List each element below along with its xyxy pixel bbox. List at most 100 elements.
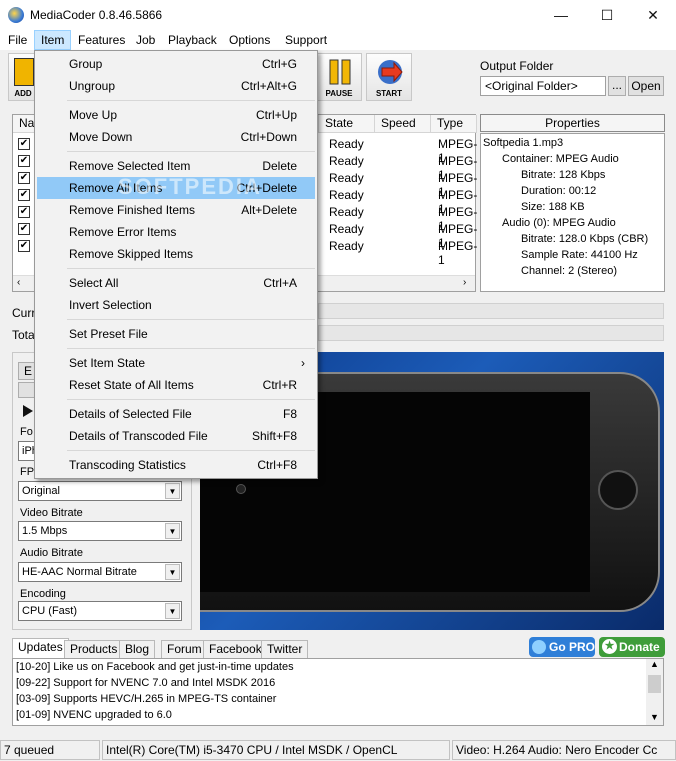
row-checkbox[interactable]: ✔ <box>18 223 30 235</box>
menu-invert-selection[interactable]: Invert Selection <box>37 294 315 316</box>
menu-remove-error[interactable]: Remove Error Items <box>37 221 315 243</box>
menu-features[interactable]: Features <box>72 30 131 50</box>
chevron-down-icon[interactable]: ▼ <box>165 523 180 539</box>
output-folder-field[interactable]: <Original Folder> <box>480 76 606 96</box>
row-state: Ready <box>329 205 364 219</box>
list-item[interactable]: [01-09] NVENC upgraded to 6.0 <box>16 709 172 721</box>
star-icon: ★ <box>602 639 617 654</box>
tab-updates[interactable]: Updates <box>12 638 69 658</box>
menu-remove-all[interactable]: Remove All Items Ctrl+Delete <box>37 177 315 199</box>
current-progress-bar <box>318 303 664 319</box>
menu-transcoding-stats[interactable]: Transcoding Statistics Ctrl+F8 <box>37 454 315 476</box>
row-checkbox[interactable]: ✔ <box>18 206 30 218</box>
item-menu: Group Ctrl+G Ungroup Ctrl+Alt+G Move Up Ctr… <box>34 50 318 479</box>
prop-size: Size: 188 KB <box>521 201 585 213</box>
scroll-down-icon[interactable]: ▼ <box>650 712 659 722</box>
prop-container: Container: MPEG Audio <box>502 153 619 165</box>
video-bitrate-select[interactable]: 1.5 Mbps ▼ <box>18 521 182 541</box>
menu-support[interactable]: Support <box>279 30 333 50</box>
scroll-thumb[interactable] <box>648 675 661 693</box>
news-scrollbar[interactable]: ▲ ▼ <box>646 659 663 725</box>
total-progress-bar <box>318 325 664 341</box>
menu-separator <box>67 450 315 451</box>
chevron-down-icon[interactable]: ▼ <box>165 564 180 580</box>
menu-ungroup[interactable]: Ungroup Ctrl+Alt+G <box>37 75 315 97</box>
start-button[interactable]: START <box>366 53 412 101</box>
menu-bar: File Item Features Job Playback Options … <box>0 30 676 50</box>
video-bitrate-label: Video Bitrate <box>20 507 83 519</box>
fps-select[interactable]: Original ▼ <box>18 481 182 501</box>
audio-bitrate-select[interactable]: HE-AAC Normal Bitrate ▼ <box>18 562 182 582</box>
play-icon[interactable] <box>22 404 34 418</box>
menu-remove-skipped[interactable]: Remove Skipped Items <box>37 243 315 265</box>
prop-file: Softpedia 1.mp3 <box>483 137 564 149</box>
tab-blog[interactable]: Blog <box>119 640 156 658</box>
prop-audio-bitrate: Bitrate: 128.0 Kbps (CBR) <box>521 233 649 245</box>
menu-separator <box>67 348 315 349</box>
pause-button[interactable]: PAUSE <box>316 53 362 101</box>
news-list[interactable]: [10-20] Like us on Facebook and get just… <box>12 658 664 726</box>
row-type: MPEG-1 <box>438 239 478 267</box>
scroll-left-icon[interactable]: ‹ <box>17 277 20 288</box>
menu-remove-selected[interactable]: Remove Selected Item Delete <box>37 155 315 177</box>
menu-details-transcoded[interactable]: Details of Transcoded File Shift+F8 <box>37 425 315 447</box>
status-codecs: Video: H.264 Audio: Nero Encoder Cc <box>452 740 676 760</box>
row-checkbox[interactable]: ✔ <box>18 155 30 167</box>
title-bar: MediaCoder 0.8.46.5866 — ☐ ✕ <box>0 0 676 30</box>
menu-set-item-state[interactable]: Set Item State › <box>37 352 315 374</box>
row-checkbox[interactable]: ✔ <box>18 172 30 184</box>
menu-separator <box>67 268 315 269</box>
menu-separator <box>67 100 315 101</box>
menu-move-up[interactable]: Move Up Ctrl+Up <box>37 104 315 126</box>
list-item[interactable]: [10-20] Like us on Facebook and get just… <box>16 661 294 673</box>
col-state[interactable]: State <box>319 115 375 133</box>
menu-options[interactable]: Options <box>223 30 276 50</box>
donate-button[interactable]: ★ Donate <box>599 637 665 657</box>
go-pro-button[interactable]: Go PRO <box>529 637 595 657</box>
col-type[interactable]: Type <box>431 115 477 133</box>
menu-file[interactable]: File <box>2 30 33 50</box>
menu-item[interactable]: Item <box>34 30 72 50</box>
row-checkbox[interactable]: ✔ <box>18 189 30 201</box>
menu-set-preset[interactable]: Set Preset File <box>37 323 315 345</box>
scroll-right-icon[interactable]: › <box>463 277 466 288</box>
tab-facebook[interactable]: Facebook <box>203 640 268 658</box>
minimize-button[interactable]: — <box>538 0 584 30</box>
menu-playback[interactable]: Playback <box>162 30 223 50</box>
tab-forum[interactable]: Forum <box>161 640 208 658</box>
app-icon <box>8 7 24 23</box>
list-item[interactable]: [09-22] Support for NVENC 7.0 and Intel … <box>16 677 275 689</box>
status-cpu: Intel(R) Core(TM) i5-3470 CPU / Intel MS… <box>102 740 450 760</box>
encoding-label: Encoding <box>20 588 66 600</box>
prop-bitrate: Bitrate: 128 Kbps <box>521 169 606 181</box>
menu-select-all[interactable]: Select All Ctrl+A <box>37 272 315 294</box>
list-item[interactable]: [03-09] Supports HEVC/H.265 in MPEG-TS c… <box>16 693 276 705</box>
tab-twitter[interactable]: Twitter <box>261 640 309 658</box>
properties-tree[interactable]: Softpedia 1.mp3 Container: MPEG Audio Bi… <box>480 133 665 292</box>
encoding-select[interactable]: CPU (Fast) ▼ <box>18 601 182 621</box>
maximize-button[interactable]: ☐ <box>584 0 630 30</box>
prop-duration: Duration: 00:12 <box>521 185 597 197</box>
col-speed[interactable]: Speed <box>375 115 431 133</box>
menu-move-down[interactable]: Move Down Ctrl+Down <box>37 126 315 148</box>
chevron-down-icon[interactable]: ▼ <box>165 603 180 619</box>
menu-details-selected[interactable]: Details of Selected File F8 <box>37 403 315 425</box>
row-state: Ready <box>329 188 364 202</box>
chevron-down-icon[interactable]: ▼ <box>165 483 180 499</box>
scroll-up-icon[interactable]: ▲ <box>650 659 659 669</box>
close-button[interactable]: ✕ <box>630 0 676 30</box>
row-checkbox[interactable]: ✔ <box>18 138 30 150</box>
menu-reset-state[interactable]: Reset State of All Items Ctrl+R <box>37 374 315 396</box>
row-state: Ready <box>329 137 364 151</box>
row-checkbox[interactable]: ✔ <box>18 240 30 252</box>
row-state: Ready <box>329 239 364 253</box>
prop-sample-rate: Sample Rate: 44100 Hz <box>521 249 638 261</box>
tab-products[interactable]: Products <box>64 640 124 658</box>
browse-button[interactable]: ... <box>608 76 626 96</box>
prop-audio: Audio (0): MPEG Audio <box>502 217 616 229</box>
menu-group[interactable]: Group Ctrl+G <box>37 53 315 75</box>
menu-remove-finished[interactable]: Remove Finished Items Alt+Delete <box>37 199 315 221</box>
menu-job[interactable]: Job <box>130 30 161 50</box>
open-button[interactable]: Open <box>628 76 664 96</box>
audio-bitrate-label: Audio Bitrate <box>20 547 83 559</box>
